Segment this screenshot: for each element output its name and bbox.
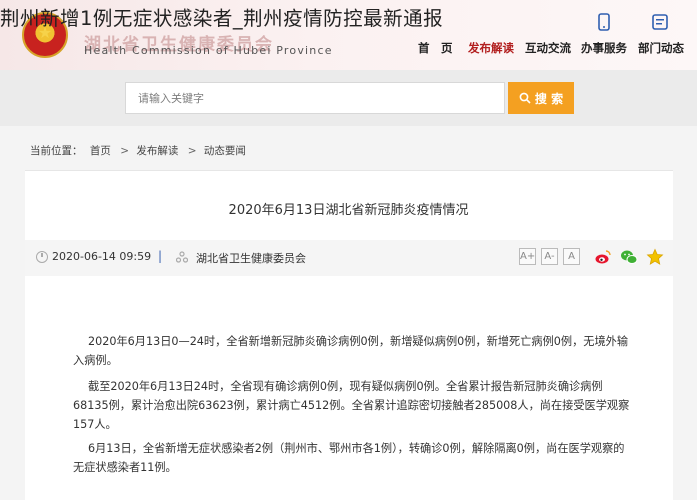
search-input[interactable] — [125, 82, 505, 114]
article-paragraph: 2020年6月13日0—24时，全省新增新冠肺炎确诊病例0例，新增疑似病例0例，… — [73, 332, 633, 370]
clock-icon — [36, 251, 48, 263]
nav-department-news[interactable]: 部门动态 — [638, 40, 684, 58]
org-name-en: Health Commission of Hubei Province — [84, 44, 333, 57]
font-size-increase-label: A+ — [520, 251, 536, 262]
article-source: 湖北省卫生健康委员会 — [196, 252, 306, 265]
article-paragraph-text: 截至2020年6月13日24时，全省现有确诊病例0例，现有疑似病例0例。全省累计… — [73, 380, 630, 431]
nav-release-interpretation[interactable]: 发布解读 — [468, 40, 514, 58]
breadcrumb-separator: > — [187, 145, 197, 157]
font-size-default-button[interactable]: A — [563, 248, 580, 265]
search-button-label: 搜 索 — [534, 91, 564, 106]
overlay-title: 荆州新增1例无症状感染者_荆州疫情防控最新通报 — [0, 7, 444, 30]
article-paragraph-text: 6月13日，全省新增无症状感染者2例（荆州市、鄂州市各1例），转确诊0例，解除隔… — [73, 442, 625, 474]
font-size-increase-button[interactable]: A+ — [519, 248, 536, 265]
weixin-icon[interactable] — [650, 12, 670, 32]
breadcrumb-home[interactable]: 首页 — [90, 145, 111, 157]
favorite-star-icon[interactable] — [646, 248, 664, 266]
weibo-icon[interactable] — [594, 248, 612, 266]
nav-interaction[interactable]: 互动交流 — [525, 40, 571, 58]
font-size-decrease-label: A- — [544, 251, 555, 262]
nav-home[interactable]: 首 页 — [418, 40, 453, 58]
article-date: 2020-06-14 09:59 — [52, 250, 152, 263]
mobile-icon[interactable] — [594, 12, 614, 32]
breadcrumb-release[interactable]: 发布解读 — [136, 145, 178, 157]
breadcrumb-news[interactable]: 动态要闻 — [204, 145, 246, 157]
search-button[interactable]: 搜 索 — [508, 82, 574, 114]
search-icon — [519, 92, 531, 104]
article-paragraph-text: 2020年6月13日0—24时，全省新增新冠肺炎确诊病例0例，新增疑似病例0例，… — [73, 335, 629, 367]
breadcrumb: 当前位置： 首页 > 发布解读 > 动态要闻 — [30, 143, 250, 158]
font-size-decrease-button[interactable]: A- — [541, 248, 558, 265]
wechat-icon[interactable] — [620, 248, 638, 266]
article-paragraph: 截至2020年6月13日24时，全省现有确诊病例0例，现有疑似病例0例。全省累计… — [73, 377, 633, 434]
source-icon — [176, 251, 188, 263]
article-title: 2020年6月13日湖北省新冠肺炎疫情情况 — [228, 203, 469, 218]
nav-services[interactable]: 办事服务 — [581, 40, 627, 58]
breadcrumb-prefix: 当前位置： — [30, 145, 83, 157]
meta-separator: | — [158, 249, 163, 263]
breadcrumb-separator: > — [120, 145, 129, 157]
article-paragraph: 6月13日，全省新增无症状感染者2例（荆州市、鄂州市各1例），转确诊0例，解除隔… — [73, 439, 633, 477]
font-size-default-label: A — [568, 251, 575, 262]
